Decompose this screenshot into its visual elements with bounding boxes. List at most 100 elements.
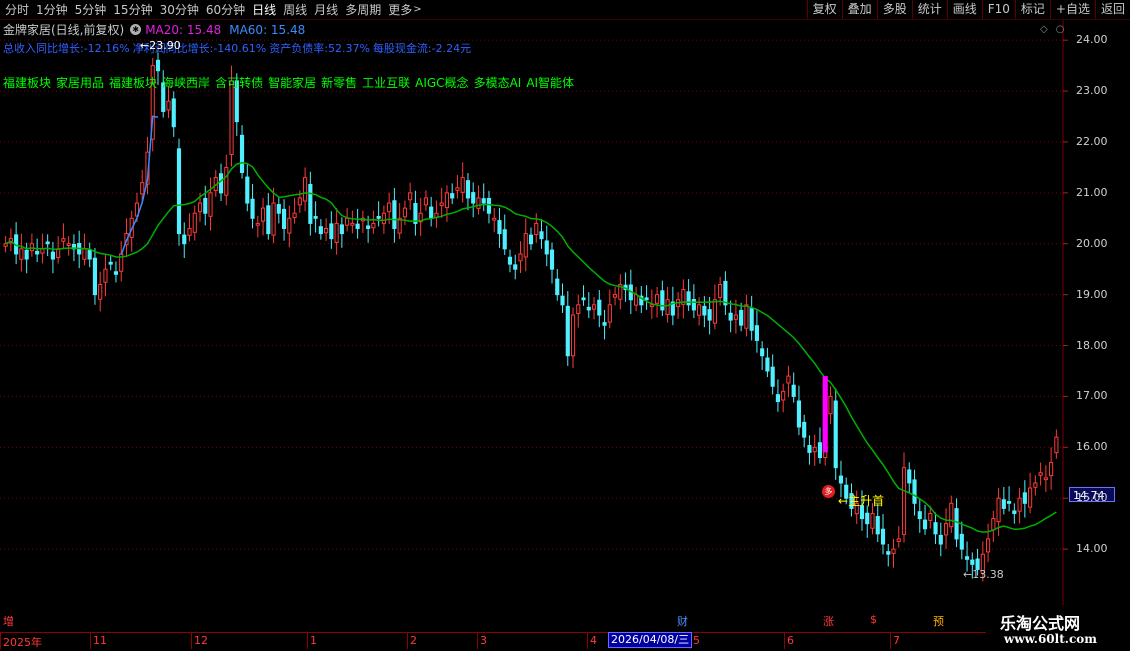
kline-chart[interactable] bbox=[0, 0, 1130, 650]
candle-body bbox=[765, 357, 770, 372]
candle-body bbox=[486, 197, 492, 214]
candle-body bbox=[1012, 510, 1017, 514]
selected-date: 2026/04/08/三 bbox=[608, 632, 693, 648]
candle-body bbox=[371, 222, 376, 229]
candle-body bbox=[513, 264, 518, 270]
candle-body bbox=[497, 220, 502, 235]
candle-body bbox=[691, 298, 696, 311]
concept-tag[interactable]: 家居用品 bbox=[56, 76, 104, 90]
concept-tag[interactable]: AIGC概念 bbox=[415, 76, 468, 90]
candle-body bbox=[723, 280, 728, 306]
candle-body bbox=[208, 192, 213, 217]
x-tick-label: 12 bbox=[194, 634, 208, 647]
fundamental-item: 总收入同比增长:-12.16% bbox=[3, 42, 130, 55]
candle-body bbox=[560, 295, 565, 306]
candle-body bbox=[922, 519, 928, 530]
candle-body bbox=[465, 180, 471, 199]
x-tick-mark bbox=[90, 633, 91, 649]
y-tick-label: 17.00 bbox=[1076, 389, 1108, 403]
candle-body bbox=[303, 177, 308, 202]
candle-body bbox=[313, 216, 318, 219]
candle-body bbox=[87, 249, 92, 260]
candle-body bbox=[45, 241, 50, 245]
candle-body bbox=[329, 223, 334, 240]
candle-body bbox=[886, 551, 891, 555]
candle-body bbox=[260, 207, 266, 222]
event-marker-add[interactable]: 增 bbox=[3, 613, 14, 629]
candle-body bbox=[781, 390, 786, 401]
candle-body bbox=[959, 533, 964, 550]
candle-body bbox=[24, 249, 29, 260]
candle-body bbox=[581, 297, 586, 301]
candle-body bbox=[796, 400, 802, 428]
candle-body bbox=[266, 205, 271, 235]
candle-body bbox=[297, 197, 302, 206]
candle-body bbox=[492, 217, 497, 221]
candle-body bbox=[586, 306, 591, 311]
concept-tag[interactable]: 工业互联 bbox=[362, 76, 410, 90]
y-tick-label: 21.00 bbox=[1076, 185, 1108, 199]
candle-body bbox=[896, 538, 901, 542]
candle-body bbox=[197, 202, 203, 213]
candle-body bbox=[113, 271, 119, 275]
concept-tag[interactable]: 多模态AI bbox=[474, 76, 522, 90]
candle-body bbox=[570, 314, 576, 357]
candle-body bbox=[35, 250, 40, 255]
candle-body bbox=[707, 309, 712, 321]
candle-body bbox=[429, 206, 434, 219]
event-marker-limitup[interactable]: 涨 bbox=[823, 613, 834, 629]
candle-body bbox=[98, 283, 103, 300]
fundamental-item: 资产负债率:52.37% bbox=[269, 42, 370, 55]
candle-body bbox=[838, 475, 844, 484]
candle-body bbox=[82, 248, 87, 260]
candle-body bbox=[649, 304, 654, 308]
concept-tag[interactable]: AI智能体 bbox=[526, 76, 574, 90]
candle-body bbox=[770, 366, 775, 387]
event-marker-finance[interactable]: 财 bbox=[677, 613, 688, 629]
settings-gear-icon[interactable]: ✱ bbox=[130, 24, 142, 35]
candle-body bbox=[744, 304, 749, 329]
ma20-label: MA20: 15.48 bbox=[145, 22, 222, 37]
candle-body bbox=[870, 512, 875, 529]
candle-body bbox=[802, 421, 807, 438]
candle-body bbox=[402, 207, 407, 218]
concept-tag[interactable]: 新零售 bbox=[321, 76, 357, 90]
candle-body bbox=[1038, 472, 1043, 476]
candle-body bbox=[61, 238, 66, 242]
candle-body bbox=[1049, 462, 1054, 477]
concept-tag[interactable]: 含可转债 bbox=[215, 76, 263, 90]
x-tick-mark bbox=[784, 633, 785, 649]
candle-body bbox=[171, 98, 176, 128]
circle-icon[interactable]: ○ bbox=[1056, 24, 1065, 35]
concept-tag[interactable]: 福建板块 bbox=[3, 76, 51, 90]
candle-body bbox=[602, 322, 607, 326]
candle-body bbox=[166, 100, 171, 111]
x-tick-label: 5 bbox=[693, 634, 700, 647]
candle-body bbox=[749, 308, 754, 331]
candle-body bbox=[697, 304, 702, 316]
signal-text: ←主升首 bbox=[838, 494, 885, 508]
candle-body bbox=[655, 294, 660, 304]
candle-body bbox=[1001, 499, 1006, 509]
signal-badge[interactable]: 多 bbox=[822, 485, 835, 498]
concept-tag[interactable]: 福建板块 bbox=[109, 76, 157, 90]
concept-tag[interactable]: 海峡西岸 bbox=[162, 76, 210, 90]
candle-body bbox=[366, 225, 371, 229]
event-marker-dollar[interactable]: $ bbox=[870, 613, 877, 626]
candle-body bbox=[276, 204, 281, 214]
candle-body bbox=[891, 548, 896, 554]
candle-body bbox=[507, 256, 513, 265]
diamond-icon[interactable]: ◇ bbox=[1040, 24, 1048, 35]
event-marker-forecast[interactable]: 预 bbox=[933, 613, 944, 629]
candle-body bbox=[812, 446, 817, 453]
candle-body bbox=[534, 222, 539, 236]
concept-tag[interactable]: 智能家居 bbox=[268, 76, 316, 90]
candle-body bbox=[381, 212, 386, 225]
candle-body bbox=[455, 187, 460, 191]
candle-body bbox=[439, 202, 444, 207]
candle-body bbox=[954, 508, 959, 540]
candle-body bbox=[203, 197, 208, 214]
y-tick-label: 22.00 bbox=[1076, 134, 1108, 148]
y-tick-label: 20.00 bbox=[1076, 236, 1108, 250]
candle-body bbox=[324, 227, 329, 234]
